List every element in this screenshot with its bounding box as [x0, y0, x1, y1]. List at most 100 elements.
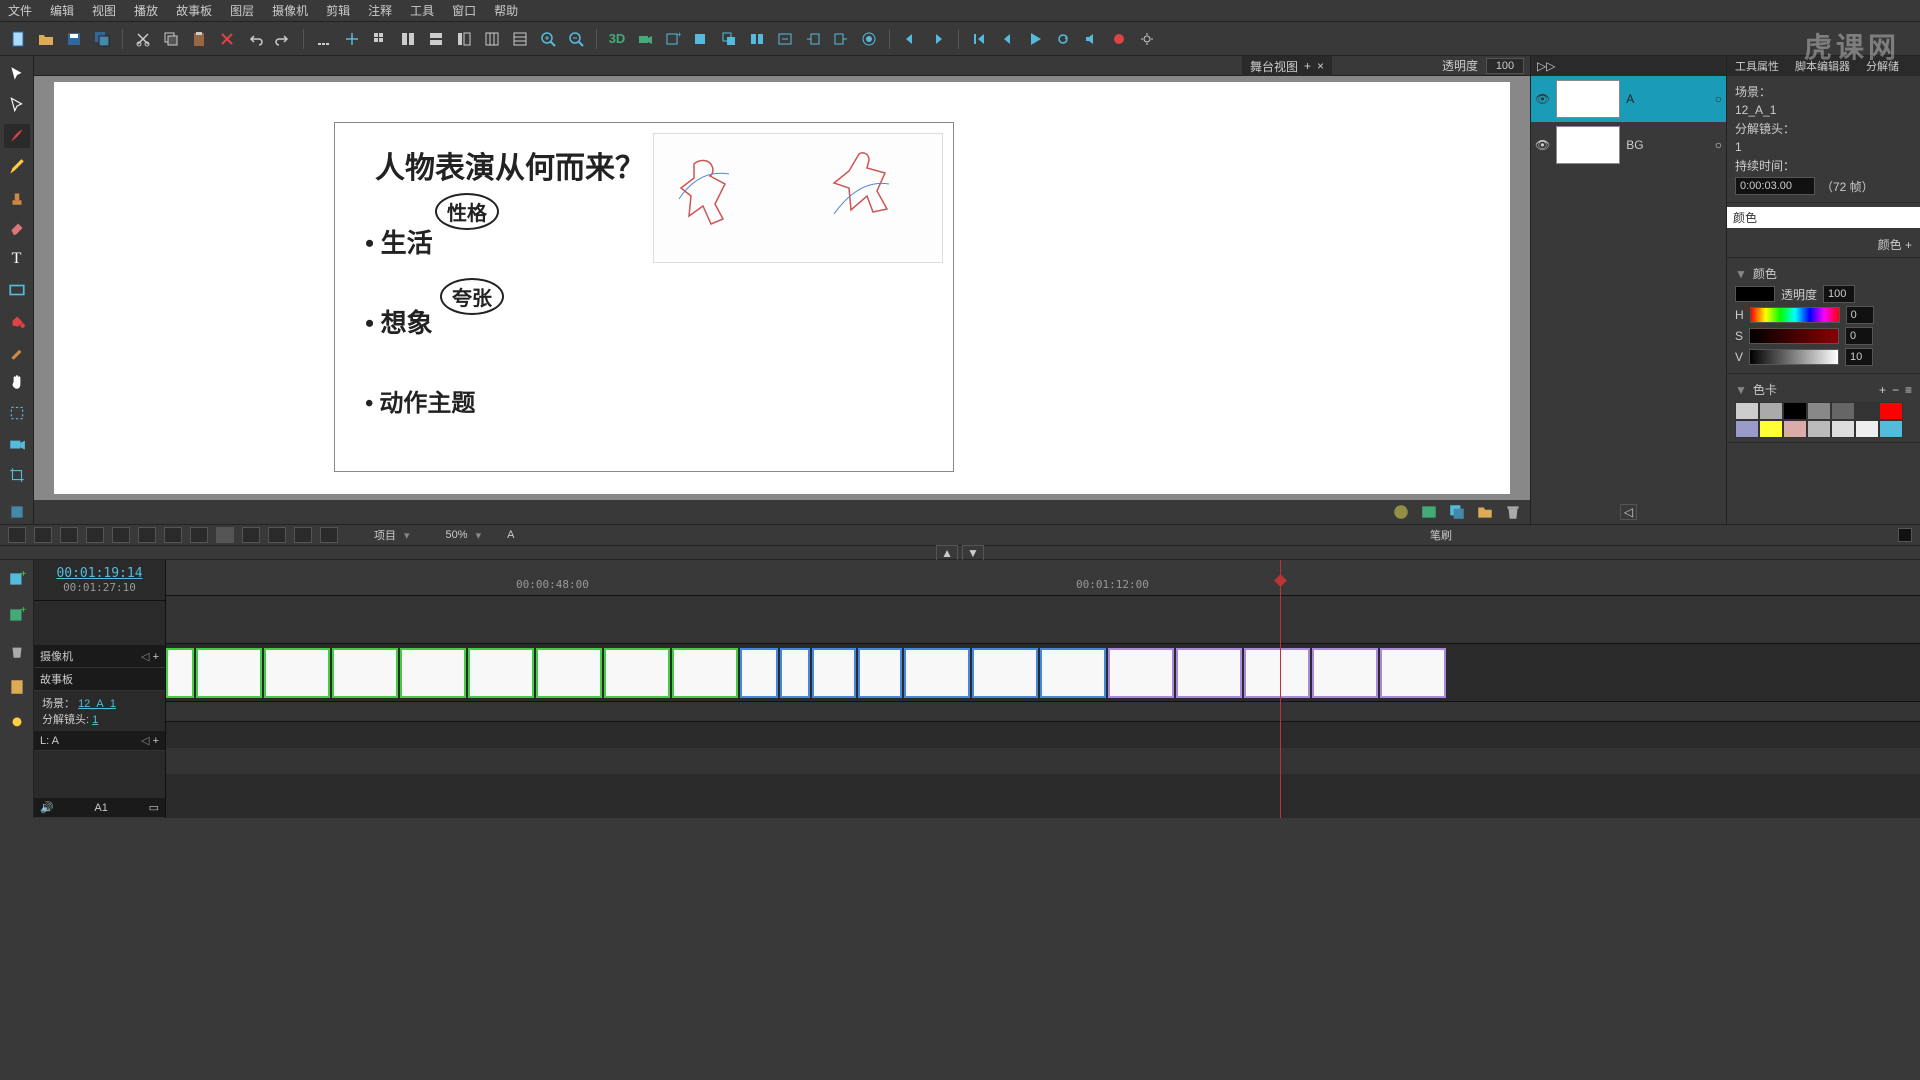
storyboard-clip[interactable]	[904, 648, 970, 698]
3d-icon[interactable]: 3D	[605, 27, 629, 51]
menu-layer[interactable]: 图层	[230, 2, 254, 19]
direct-select-tool-icon[interactable]	[4, 93, 30, 118]
layer-row-a[interactable]: 👁 A ○	[1531, 76, 1726, 122]
playhead[interactable]	[1280, 560, 1281, 818]
add-scene-tl-icon[interactable]: +	[4, 566, 30, 592]
mute-icon[interactable]: 🔊	[40, 801, 54, 814]
hand-tool-icon[interactable]	[4, 370, 30, 395]
onion-icon[interactable]	[857, 27, 881, 51]
folder-icon[interactable]	[1476, 503, 1494, 521]
camera-new-icon[interactable]	[633, 27, 657, 51]
delete-icon[interactable]	[215, 27, 239, 51]
menu-help[interactable]: 帮助	[494, 2, 518, 19]
collapse-up-icon[interactable]: ▲	[936, 545, 958, 561]
dup-panel-icon[interactable]	[717, 27, 741, 51]
hue-slider[interactable]	[1750, 307, 1840, 323]
hue-input[interactable]	[1846, 306, 1874, 324]
collapse-bar[interactable]: ▲ ▼	[0, 546, 1920, 560]
opt-10-icon[interactable]	[242, 527, 260, 543]
palette-swatch[interactable]	[1879, 420, 1903, 438]
grid-icon[interactable]	[368, 27, 392, 51]
swatch-remove-icon[interactable]: −	[1892, 383, 1899, 397]
opt-6-icon[interactable]	[138, 527, 156, 543]
close-tab-icon[interactable]: ×	[1317, 59, 1324, 73]
copy-icon[interactable]	[159, 27, 183, 51]
palette-swatch[interactable]	[1759, 420, 1783, 438]
zoom-out-icon[interactable]	[564, 27, 588, 51]
palette-swatch[interactable]	[1783, 402, 1807, 420]
menu-file[interactable]: 文件	[8, 2, 32, 19]
add-l-key-icon[interactable]: +	[153, 735, 159, 747]
menu-annotation[interactable]: 注释	[368, 2, 392, 19]
menu-view[interactable]: 视图	[92, 2, 116, 19]
prev-frame-icon[interactable]	[898, 27, 922, 51]
storyboard-clip[interactable]	[468, 648, 534, 698]
palette-swatch[interactable]	[1735, 402, 1759, 420]
brush-tool-icon[interactable]	[4, 124, 30, 149]
record-icon[interactable]	[1107, 27, 1131, 51]
story-track-head[interactable]: 故事板	[34, 668, 165, 691]
settings-icon[interactable]	[1135, 27, 1159, 51]
val-slider[interactable]	[1749, 349, 1839, 365]
storyboard-clip[interactable]	[332, 648, 398, 698]
palette-swatch[interactable]	[1831, 402, 1855, 420]
storyboard-clip[interactable]	[1040, 648, 1106, 698]
opt-9-icon[interactable]	[216, 527, 234, 543]
current-color-swatch[interactable]	[1735, 286, 1775, 302]
zoom-dropdown-icon[interactable]: ▾	[476, 529, 482, 542]
opt-2-icon[interactable]	[34, 527, 52, 543]
rect-tool-icon[interactable]	[4, 278, 30, 303]
eyedrop-tool-icon[interactable]	[4, 339, 30, 364]
next-frame-icon[interactable]	[926, 27, 950, 51]
storyboard-clip[interactable]	[972, 648, 1038, 698]
swatch-menu-icon[interactable]: ≡	[1905, 383, 1912, 397]
opt-8-icon[interactable]	[190, 527, 208, 543]
audio-menu-icon[interactable]: ▭	[149, 801, 159, 814]
storyboard-clip[interactable]	[858, 648, 902, 698]
tab-break[interactable]: 分解储	[1858, 56, 1907, 76]
storyboard-clip[interactable]	[1380, 648, 1446, 698]
prev-panel-icon[interactable]	[801, 27, 825, 51]
storyboard-clip[interactable]	[812, 648, 856, 698]
palette-swatch[interactable]	[1855, 420, 1879, 438]
color-opacity-input[interactable]	[1823, 285, 1855, 303]
eraser-tool-icon[interactable]	[4, 216, 30, 241]
palette-swatch[interactable]	[1807, 420, 1831, 438]
layout-3-icon[interactable]	[508, 27, 532, 51]
add-scene-icon[interactable]: +	[661, 27, 685, 51]
split-v-icon[interactable]	[424, 27, 448, 51]
zoom-in-icon[interactable]	[536, 27, 560, 51]
add-panel-tl-icon[interactable]: +	[4, 602, 30, 628]
bucket-tool-icon[interactable]	[4, 308, 30, 333]
view-mode-1-icon[interactable]	[312, 27, 336, 51]
tab-script-editor[interactable]: 脚本编辑器	[1787, 56, 1858, 76]
timeline-current-time[interactable]: 00:01:19:14	[40, 566, 159, 581]
tl-shot-link[interactable]: 1	[92, 714, 98, 726]
palette-swatch[interactable]	[1759, 402, 1783, 420]
l-track-head[interactable]: L: A ◁ +	[34, 731, 165, 751]
color-wheel-icon[interactable]	[1392, 503, 1410, 521]
layer-visibility-icon[interactable]: 👁	[1535, 138, 1550, 152]
storyboard-clip[interactable]	[1108, 648, 1174, 698]
open-folder-icon[interactable]	[34, 27, 58, 51]
opt-1-icon[interactable]	[8, 527, 26, 543]
first-icon[interactable]	[967, 27, 991, 51]
new-file-icon[interactable]	[6, 27, 30, 51]
zoom-value[interactable]: 50%	[446, 529, 468, 541]
text-tool-icon[interactable]: T	[4, 247, 30, 272]
menu-camera[interactable]: 摄像机	[272, 2, 308, 19]
layers-icon[interactable]	[1448, 503, 1466, 521]
add-panel-icon[interactable]	[689, 27, 713, 51]
current-color-chip[interactable]	[1898, 528, 1912, 542]
prev-icon[interactable]	[995, 27, 1019, 51]
l-track[interactable]	[166, 702, 1920, 722]
storyboard-clip[interactable]	[672, 648, 738, 698]
storyboard-track[interactable]	[166, 644, 1920, 702]
storyboard-clip[interactable]	[604, 648, 670, 698]
crop-tool-icon[interactable]	[4, 462, 30, 487]
palette-swatch[interactable]	[1879, 402, 1903, 420]
storyboard-clip[interactable]	[740, 648, 778, 698]
swatch-add-icon[interactable]: +	[1879, 383, 1886, 397]
color-tab-label[interactable]: 颜色	[1878, 238, 1902, 252]
light-tl-icon[interactable]	[4, 710, 30, 736]
